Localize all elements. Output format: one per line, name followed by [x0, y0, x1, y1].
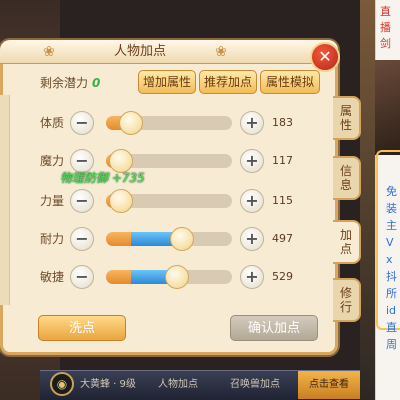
title-ornament-left-icon: ❀ [43, 44, 55, 60]
slider-fill-base [106, 270, 132, 284]
ad-text: 免装主Vx抖所id直周 [386, 185, 397, 351]
remaining-potential-label: 剩余潜力 [40, 76, 89, 90]
panel-title: 人物加点 [113, 44, 166, 59]
left-strip [0, 95, 10, 305]
attribute-value: 115 [272, 194, 293, 207]
side-tab-3[interactable]: 修 行 [333, 278, 361, 322]
close-icon: ✕ [318, 47, 332, 66]
simulate-attribute-button[interactable]: 属性模拟 [260, 70, 320, 94]
title-ornament-right-icon: ❀ [215, 44, 227, 60]
close-button[interactable]: ✕ [310, 42, 340, 72]
decrease-button[interactable]: − [70, 265, 94, 289]
decrease-button[interactable]: − [70, 227, 94, 251]
side-tab-2[interactable]: 加 点 [333, 220, 361, 264]
slider-fill-base [106, 232, 132, 246]
side-tab-1[interactable]: 信 息 [333, 156, 361, 200]
slider-knob[interactable] [169, 227, 194, 251]
bottom-bar-item-summon-points[interactable]: 召唤兽加点 [230, 376, 280, 394]
attribute-value: 183 [272, 116, 293, 129]
ad-title: 直播剑 [380, 5, 391, 50]
increase-button[interactable]: + [240, 227, 264, 251]
attribute-value: 117 [272, 154, 293, 167]
pet-emblem-icon: ◉ [50, 372, 74, 396]
attribute-value: 497 [272, 232, 293, 245]
wash-points-button[interactable]: 洗点 [38, 315, 126, 341]
increase-button[interactable]: + [240, 265, 264, 289]
slider-knob[interactable] [119, 111, 144, 135]
decrease-button[interactable]: − [70, 189, 94, 213]
bottom-bar-item-pet[interactable]: 大黄蜂 · 9级 [80, 376, 136, 394]
floating-bonus-text: 物理防御 +735 [60, 171, 145, 185]
bottom-bar-item-view[interactable]: 点击查看 [298, 371, 360, 399]
ad-image [375, 60, 400, 155]
decrease-button[interactable]: − [70, 111, 94, 135]
recommend-points-button[interactable]: 推荐加点 [199, 70, 257, 94]
add-attribute-button[interactable]: 增加属性 [138, 70, 196, 94]
increase-button[interactable]: + [240, 111, 264, 135]
remaining-potential-value: 0 [92, 76, 101, 90]
slider-knob[interactable] [109, 189, 134, 213]
increase-button[interactable]: + [240, 189, 264, 213]
side-tab-0[interactable]: 属 性 [333, 96, 361, 140]
increase-button[interactable]: + [240, 149, 264, 173]
slider-knob[interactable] [164, 265, 189, 289]
attribute-value: 529 [272, 270, 293, 283]
confirm-points-button[interactable]: 确认加点 [230, 315, 318, 341]
bottom-bar-item-char-points[interactable]: 人物加点 [158, 376, 198, 394]
